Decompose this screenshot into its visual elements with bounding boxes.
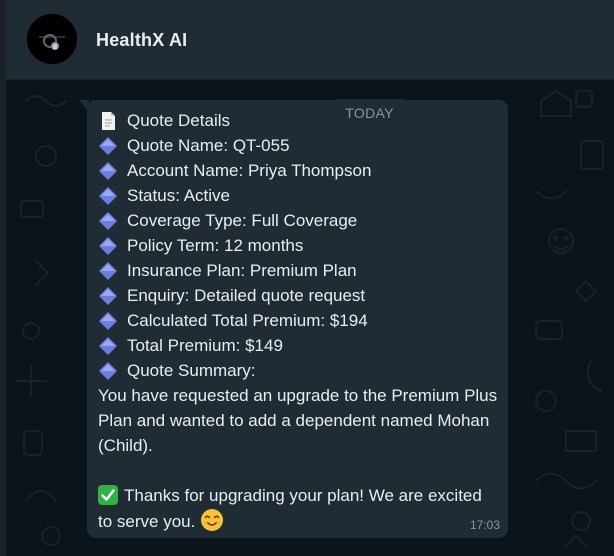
blue-diamond-icon (99, 211, 117, 230)
field-text: Policy Term: 12 months (127, 236, 304, 255)
field-row: Insurance Plan: Premium Plan (98, 258, 498, 283)
quote-summary-text: You have requested an upgrade to the Pre… (98, 386, 498, 455)
field-row: Account Name: Priya Thompson (98, 158, 498, 183)
blue-diamond-icon (99, 336, 117, 355)
field-text: Quote Summary: (127, 361, 256, 380)
field-row: Quote Summary: (98, 358, 498, 383)
field-text: Status: Active (127, 186, 230, 205)
blue-diamond-icon (99, 186, 117, 205)
blue-diamond-icon (99, 161, 117, 180)
field-text: Quote Name: QT-055 (127, 136, 290, 155)
blue-diamond-icon (99, 361, 117, 380)
field-text: Enquiry: Detailed quote request (127, 286, 366, 305)
field-text: Account Name: Priya Thompson (127, 161, 372, 180)
quote-heading-text: Quote Details (127, 111, 230, 130)
field-text: Total Premium: $149 (127, 336, 283, 355)
field-row: Enquiry: Detailed quote request (98, 283, 498, 308)
field-row: Status: Active (98, 183, 498, 208)
blue-diamond-icon (99, 286, 117, 305)
field-row: Calculated Total Premium: $194 (98, 308, 498, 333)
message-timestamp: 17:03 (469, 518, 500, 532)
field-row: Coverage Type: Full Coverage (98, 208, 498, 233)
field-text: Calculated Total Premium: $194 (127, 311, 368, 330)
closing-message: Thanks for upgrading your plan! We are e… (98, 483, 498, 539)
field-row: Total Premium: $149 (98, 333, 498, 358)
blue-diamond-icon (99, 236, 117, 255)
blue-diamond-icon (99, 261, 117, 280)
field-text: Insurance Plan: Premium Plan (127, 261, 357, 280)
chat-header[interactable]: HealthX AI (6, 0, 614, 80)
quote-heading: Quote Details (98, 108, 498, 133)
date-separator: TODAY (331, 99, 408, 127)
field-text: Coverage Type: Full Coverage (127, 211, 358, 230)
smiling-face-icon (200, 508, 224, 539)
chat-window: HealthX AI Quote Details Quote Name: QT-… (0, 0, 614, 556)
field-row: Quote Name: QT-055 (98, 133, 498, 158)
blue-diamond-icon (99, 136, 117, 155)
chat-title[interactable]: HealthX AI (96, 30, 187, 51)
message-bubble[interactable]: Quote Details Quote Name: QT-055 Account… (87, 100, 508, 538)
blue-diamond-icon (99, 311, 117, 330)
check-mark-icon (98, 485, 118, 505)
closing-text: Thanks for upgrading your plan! We are e… (98, 486, 482, 531)
field-row: Policy Term: 12 months (98, 233, 498, 258)
page-icon (102, 111, 115, 130)
robot-avatar-icon[interactable] (27, 14, 77, 64)
